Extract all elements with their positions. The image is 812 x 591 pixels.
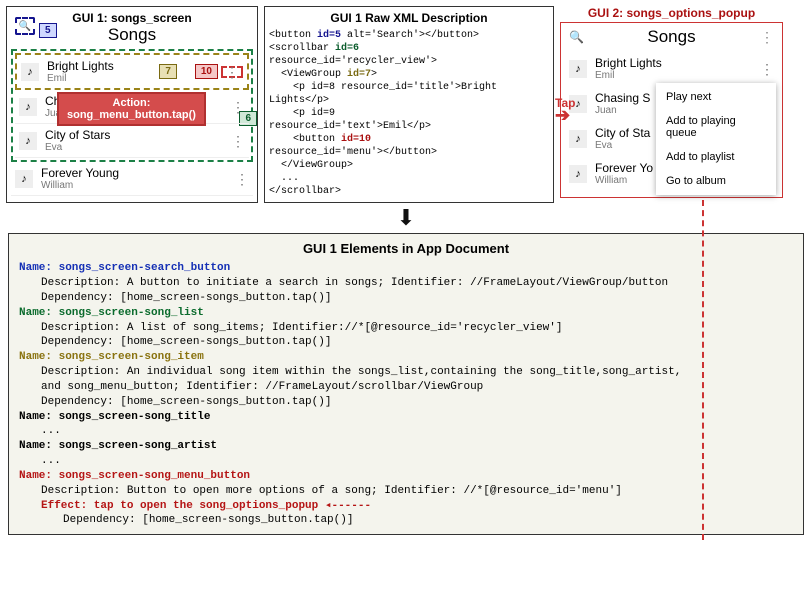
element-name: Name: songs_screen-search_button — [19, 261, 793, 276]
music-note-icon: ♪ — [569, 165, 587, 183]
tap-arrow: Tap➔ — [555, 96, 575, 124]
element-dep: Dependency: [home_screen-songs_button.ta… — [19, 395, 793, 410]
doc-panel: GUI 1 Elements in App Document Name: son… — [8, 233, 804, 536]
song-menu-button[interactable]: ⋮ — [221, 66, 243, 78]
popup-item[interactable]: Go to album — [656, 169, 776, 193]
song-item[interactable]: ♪ Bright LightsEmil ⋮ — [565, 51, 778, 86]
element-desc: Description: A button to initiate a sear… — [19, 276, 793, 291]
element-desc: Description: Button to open more options… — [19, 484, 793, 499]
music-note-icon: ♪ — [21, 63, 39, 81]
song-artist: Emil — [47, 73, 159, 84]
element-desc2: and song_menu_button; Identifier: //Fram… — [19, 380, 793, 395]
xml-title: GUI 1 Raw XML Description — [269, 11, 549, 27]
element-name: Name: songs_screen-song_menu_button — [19, 469, 793, 484]
gui1-panel: GUI 1: songs_screen Songs 🔍 5 6 ♪ Bright… — [6, 6, 258, 203]
music-note-icon: ♪ — [569, 60, 587, 78]
music-note-icon: ♪ — [19, 98, 37, 116]
music-note-icon: ♪ — [569, 130, 587, 148]
song-title: Forever Young — [41, 166, 235, 180]
down-arrow-icon: ⬇ — [0, 205, 812, 231]
element-desc: Description: An individual song item wit… — [19, 365, 793, 380]
dots: ... — [19, 454, 793, 469]
search-icon[interactable]: 🔍 — [569, 30, 584, 44]
action-label: Action: song_menu_button.tap() — [57, 92, 206, 126]
xml-panel: GUI 1 Raw XML Description <button id=5 a… — [264, 6, 554, 203]
song-menu-button[interactable]: ⋮ — [231, 104, 245, 110]
element-desc: Description: A list of song_items; Ident… — [19, 321, 793, 336]
element-name: Name: songs_screen-song_title — [19, 410, 793, 425]
gui1-header: GUI 1: songs_screen Songs 🔍 5 — [11, 11, 253, 45]
music-note-icon: ♪ — [19, 132, 37, 150]
gui2-panel: 🔍 Songs ⋮ ♪ Bright LightsEmil ⋮ ♪ Chasin… — [560, 22, 783, 198]
gui2-label: GUI 2: songs_options_popup — [588, 6, 755, 20]
song-item[interactable]: ♪ Forever Young William ⋮ — [11, 162, 253, 196]
badge-10: 10 — [195, 64, 218, 79]
music-note-icon: ♪ — [15, 170, 33, 188]
song-menu-button[interactable]: ⋮ — [231, 138, 245, 144]
song-menu-button[interactable]: ⋮ — [235, 176, 249, 182]
song-title: City of Stars — [45, 128, 231, 142]
element-effect: Effect: tap to open the song_options_pop… — [19, 499, 793, 514]
song-artist: William — [41, 180, 235, 191]
song-item[interactable]: ♪ Bright Lights Emil 7 10 ⋮ — [15, 53, 249, 90]
gui2-wrap: GUI 2: songs_options_popup 🔍 Songs ⋮ ♪ B… — [560, 6, 783, 203]
popup-item[interactable]: Add to playing queue — [656, 109, 776, 145]
overflow-menu-icon[interactable]: ⋮ — [760, 34, 774, 40]
popup-item[interactable]: Add to playlist — [656, 145, 776, 169]
element-dep: Dependency: [home_screen-songs_button.ta… — [19, 335, 793, 350]
search-icon[interactable]: 🔍 — [15, 17, 35, 35]
element-name: Name: songs_screen-song_list — [19, 306, 793, 321]
element-name: Name: songs_screen-song_artist — [19, 439, 793, 454]
song-artist: Eva — [45, 142, 231, 153]
element-dep: Dependency: [home_screen-songs_button.ta… — [19, 513, 793, 528]
song-title: Bright Lights — [47, 59, 159, 73]
popup-item[interactable]: Play next — [656, 85, 776, 109]
gui2-subtitle: Songs — [647, 27, 695, 47]
doc-title: GUI 1 Elements in App Document — [19, 240, 793, 258]
element-dep: Dependency: [home_screen-songs_button.ta… — [19, 291, 793, 306]
options-popup: Play next Add to playing queue Add to pl… — [656, 83, 776, 195]
badge-7: 7 — [159, 64, 177, 79]
connector-line — [702, 200, 704, 540]
element-name: Name: songs_screen-song_item — [19, 350, 793, 365]
song-menu-button[interactable]: ⋮ — [760, 66, 774, 72]
song-item[interactable]: ♪ City of Stars Eva ⋮ — [15, 124, 249, 158]
badge-5: 5 — [39, 23, 57, 38]
dots: ... — [19, 424, 793, 439]
